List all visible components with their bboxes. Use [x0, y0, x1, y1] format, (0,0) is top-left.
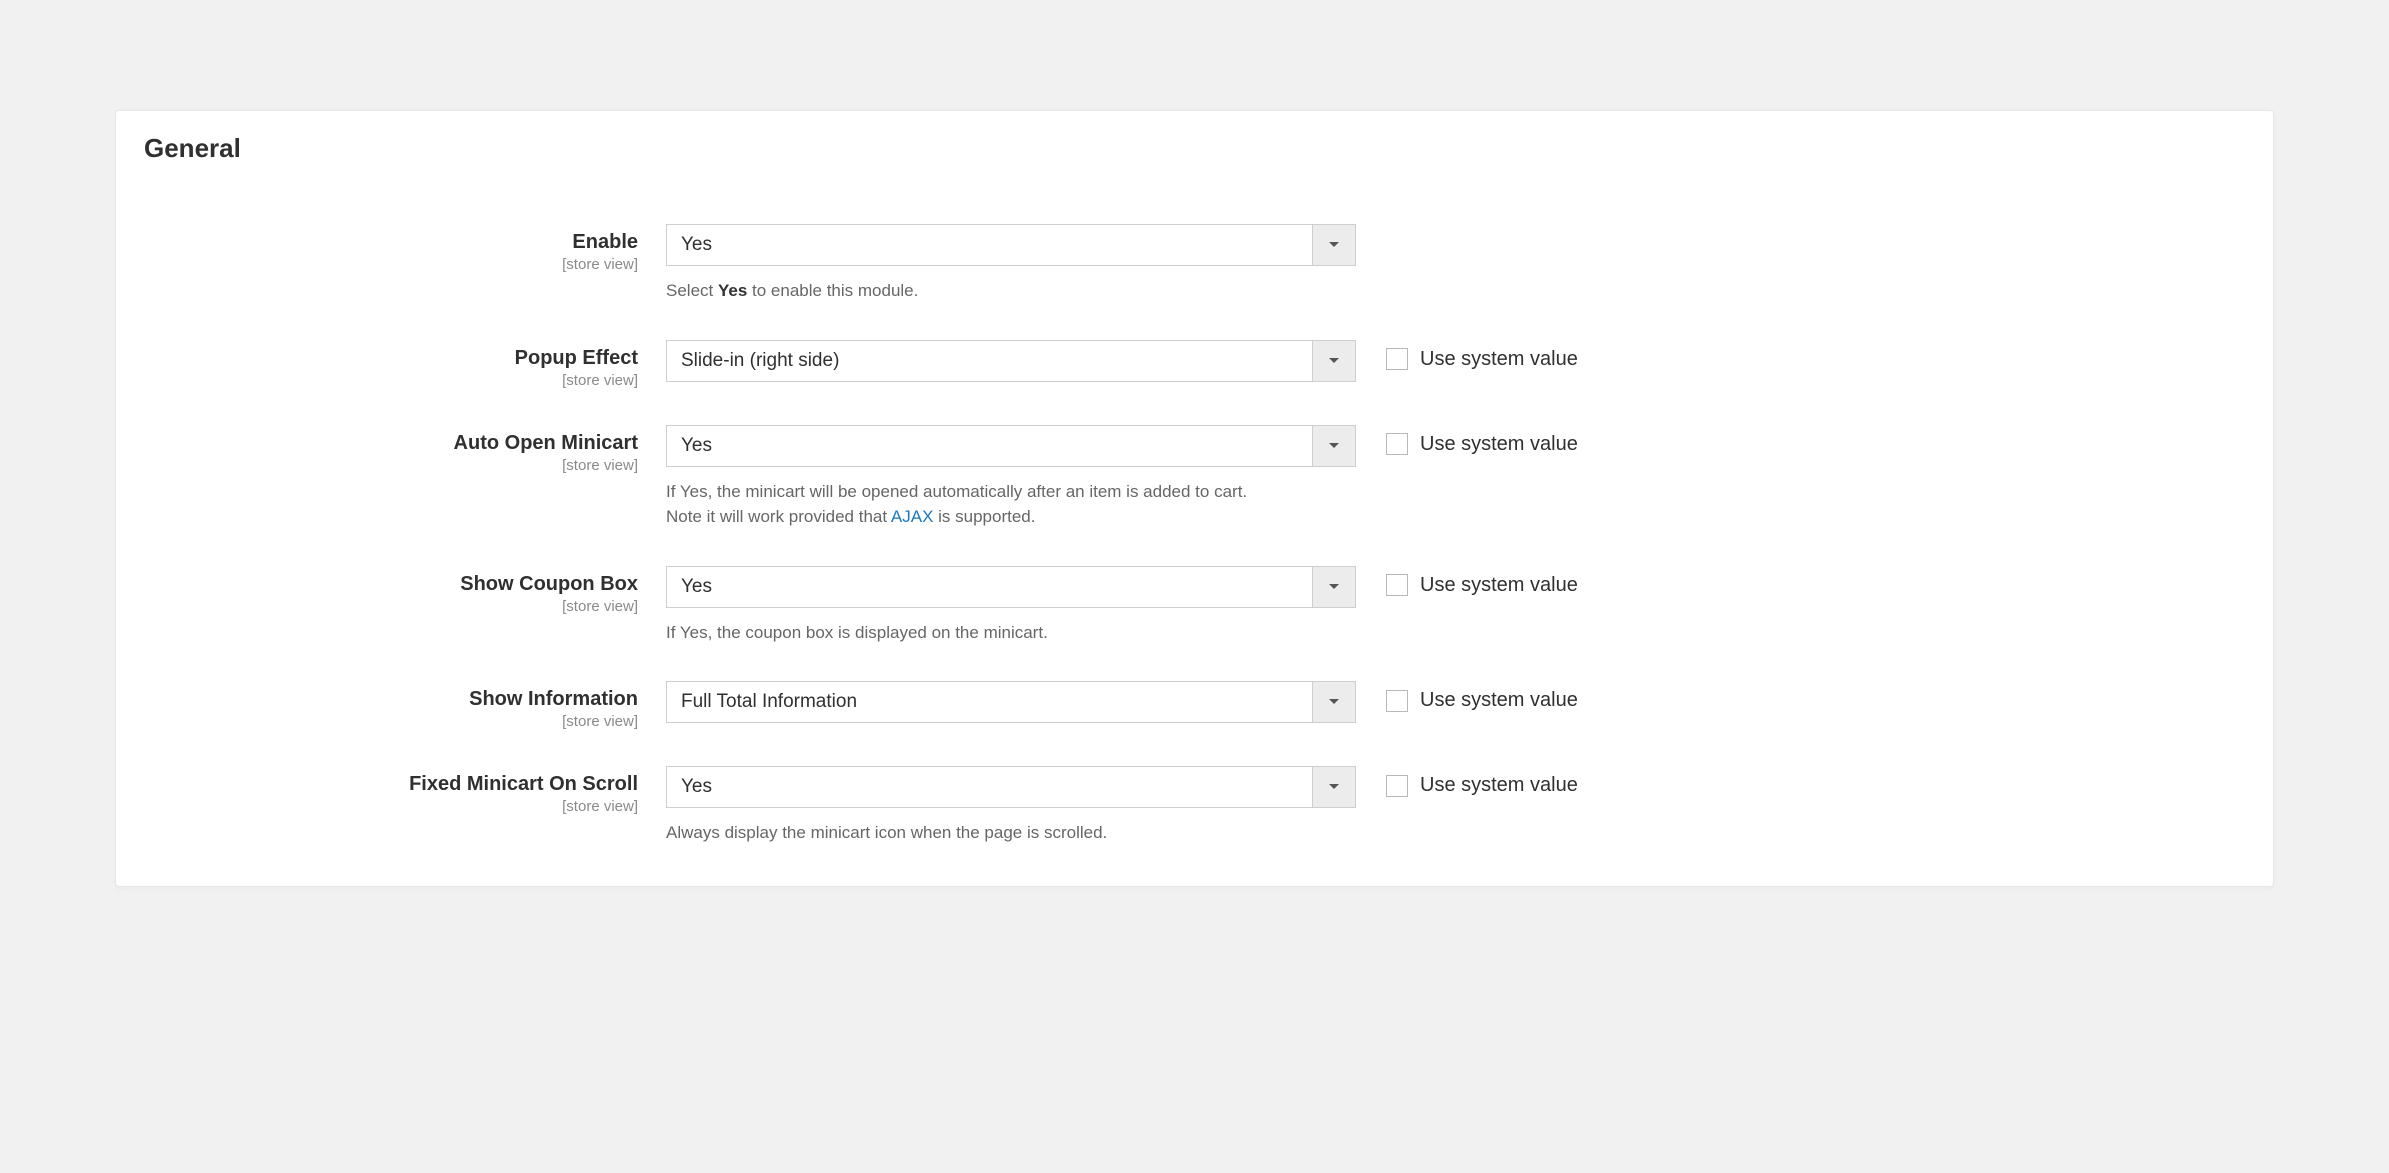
control-col: Yes Always display the minicart icon whe… — [666, 766, 1356, 846]
fixed-scroll-select[interactable]: Yes — [666, 766, 1356, 808]
note-text: to enable this module. — [747, 281, 918, 300]
field-row-coupon: Show Coupon Box [store view] Yes If Yes,… — [136, 566, 2253, 646]
use-system-value-popup-effect: Use system value — [1386, 340, 1578, 371]
field-row-fixed-scroll: Fixed Minicart On Scroll [store view] Ye… — [136, 766, 2253, 846]
scope-label: [store view] — [136, 256, 638, 273]
chevron-down-icon — [1312, 225, 1355, 265]
select-value: Yes — [667, 767, 1312, 807]
use-system-value-label: Use system value — [1420, 433, 1578, 456]
use-system-value-checkbox[interactable] — [1386, 574, 1408, 596]
select-value: Slide-in (right side) — [667, 341, 1312, 381]
label-col: Fixed Minicart On Scroll [store view] — [136, 766, 666, 815]
enable-select[interactable]: Yes — [666, 224, 1356, 266]
select-value: Yes — [667, 567, 1312, 607]
show-info-select[interactable]: Full Total Information — [666, 681, 1356, 723]
note-bold: Yes — [718, 281, 747, 300]
scope-label: [store view] — [136, 457, 638, 474]
note-text: Note it will work provided that — [666, 507, 891, 526]
use-system-value-auto-open: Use system value — [1386, 425, 1578, 456]
scope-label: [store view] — [136, 598, 638, 615]
section-title: General — [144, 133, 2253, 164]
label-auto-open: Auto Open Minicart — [136, 431, 638, 455]
label-coupon: Show Coupon Box — [136, 572, 638, 596]
popup-effect-select[interactable]: Slide-in (right side) — [666, 340, 1356, 382]
use-system-value-fixed-scroll: Use system value — [1386, 766, 1578, 797]
label-col: Enable [store view] — [136, 224, 666, 273]
auto-open-note: If Yes, the minicart will be opened auto… — [666, 479, 1356, 530]
use-system-value-checkbox[interactable] — [1386, 690, 1408, 712]
ajax-link[interactable]: AJAX — [891, 507, 934, 526]
use-system-value-checkbox[interactable] — [1386, 433, 1408, 455]
chevron-down-icon — [1312, 341, 1355, 381]
field-row-enable: Enable [store view] Yes Select Yes to en… — [136, 224, 2253, 304]
select-value: Full Total Information — [667, 682, 1312, 722]
note-text: is supported. — [933, 507, 1035, 526]
use-system-value-checkbox[interactable] — [1386, 775, 1408, 797]
control-col: Yes Select Yes to enable this module. — [666, 224, 1356, 304]
label-col: Popup Effect [store view] — [136, 340, 666, 389]
scope-label: [store view] — [136, 713, 638, 730]
select-value: Yes — [667, 426, 1312, 466]
label-col: Show Information [store view] — [136, 681, 666, 730]
scope-label: [store view] — [136, 798, 638, 815]
use-system-value-label: Use system value — [1420, 574, 1578, 597]
field-row-show-info: Show Information [store view] Full Total… — [136, 681, 2253, 730]
label-col: Auto Open Minicart [store view] — [136, 425, 666, 474]
label-enable: Enable — [136, 230, 638, 254]
label-show-info: Show Information — [136, 687, 638, 711]
control-col: Yes If Yes, the coupon box is displayed … — [666, 566, 1356, 646]
chevron-down-icon — [1312, 567, 1355, 607]
chevron-down-icon — [1312, 682, 1355, 722]
use-system-value-checkbox[interactable] — [1386, 348, 1408, 370]
chevron-down-icon — [1312, 426, 1355, 466]
control-col: Full Total Information — [666, 681, 1356, 723]
label-col: Show Coupon Box [store view] — [136, 566, 666, 615]
control-col: Slide-in (right side) — [666, 340, 1356, 382]
enable-note: Select Yes to enable this module. — [666, 278, 1356, 304]
use-system-value-label: Use system value — [1420, 774, 1578, 797]
label-fixed-scroll: Fixed Minicart On Scroll — [136, 772, 638, 796]
use-system-value-label: Use system value — [1420, 348, 1578, 371]
field-row-auto-open: Auto Open Minicart [store view] Yes If Y… — [136, 425, 2253, 530]
use-system-value-coupon: Use system value — [1386, 566, 1578, 597]
coupon-select[interactable]: Yes — [666, 566, 1356, 608]
chevron-down-icon — [1312, 767, 1355, 807]
note-text: If Yes, the minicart will be opened auto… — [666, 482, 1247, 501]
auto-open-select[interactable]: Yes — [666, 425, 1356, 467]
scope-label: [store view] — [136, 372, 638, 389]
coupon-note: If Yes, the coupon box is displayed on t… — [666, 620, 1356, 646]
field-row-popup-effect: Popup Effect [store view] Slide-in (righ… — [136, 340, 2253, 389]
select-value: Yes — [667, 225, 1312, 265]
use-system-value-show-info: Use system value — [1386, 681, 1578, 712]
use-system-value-label: Use system value — [1420, 689, 1578, 712]
label-popup-effect: Popup Effect — [136, 346, 638, 370]
note-text: Select — [666, 281, 718, 300]
general-panel: General Enable [store view] Yes Select Y… — [115, 110, 2274, 887]
control-col: Yes If Yes, the minicart will be opened … — [666, 425, 1356, 530]
fixed-scroll-note: Always display the minicart icon when th… — [666, 820, 1356, 846]
